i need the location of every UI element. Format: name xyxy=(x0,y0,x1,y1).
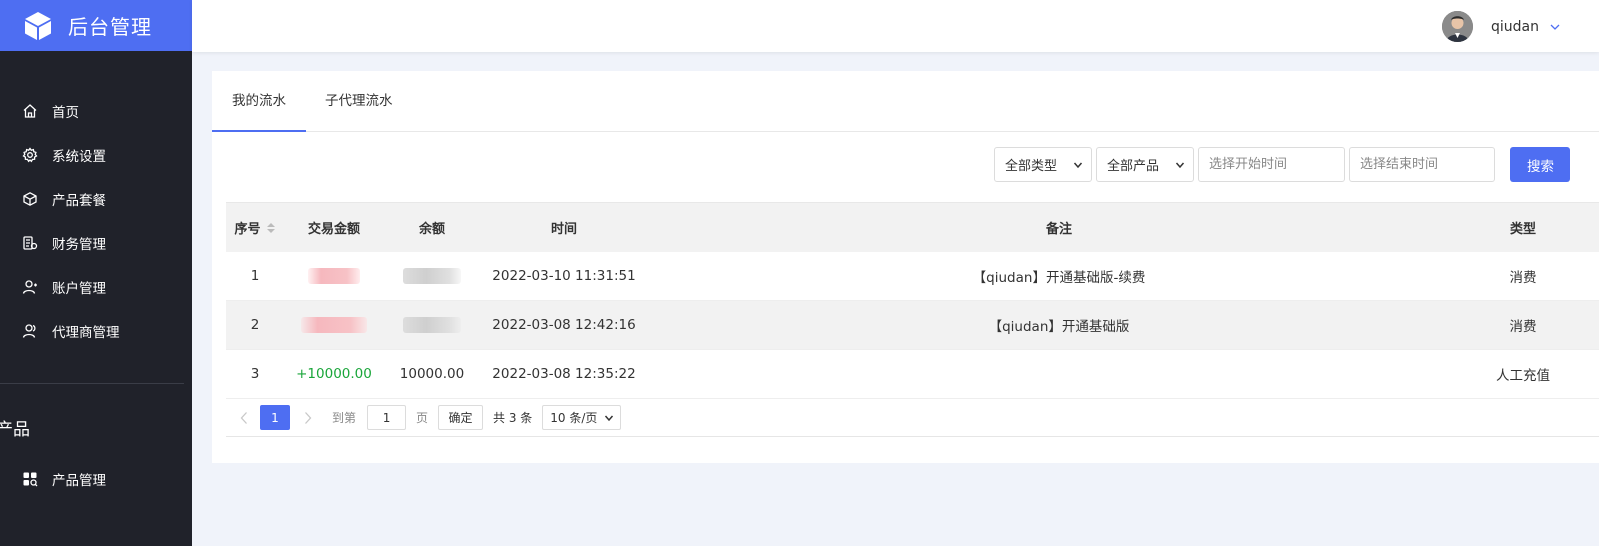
sidebar-menu-products: 产品管理 xyxy=(0,457,192,501)
goto-page-input[interactable] xyxy=(367,405,407,430)
sidebar: 后台管理 首页 系统设置 产品套餐 财务管理 账户管理 代理商管理 产品 产品管… xyxy=(0,0,192,546)
cell-type: 消费 xyxy=(1509,270,1537,286)
product-select-value: 全部产品 xyxy=(1107,159,1160,174)
sidebar-item-label: 代理商管理 xyxy=(52,325,120,341)
avatar[interactable] xyxy=(1442,11,1473,42)
page-size-value: 10 条/页 xyxy=(550,411,598,425)
cell-type: 消费 xyxy=(1509,319,1537,335)
sidebar-divider xyxy=(0,383,184,384)
col-header-type: 类型 xyxy=(1509,222,1536,237)
sidebar-item-label: 系统设置 xyxy=(52,149,106,165)
cell-no: 3 xyxy=(250,366,260,382)
type-select-value: 全部类型 xyxy=(1005,159,1058,174)
sidebar-section-title: 产品 xyxy=(0,420,30,440)
col-header-balance: 余额 xyxy=(418,222,445,237)
tab-bar: 我的流水 子代理流水 xyxy=(212,71,1599,132)
sidebar-item-label: 产品管理 xyxy=(52,473,106,489)
goto-confirm-button[interactable]: 确定 xyxy=(438,405,484,430)
col-header-label: 序号 xyxy=(234,222,261,237)
sidebar-item-label: 账户管理 xyxy=(52,281,106,297)
sidebar-item-agents[interactable]: 代理商管理 xyxy=(0,309,192,353)
home-icon xyxy=(22,103,38,119)
total-count: 共 3 条 xyxy=(493,411,533,425)
page-button-current[interactable]: 1 xyxy=(260,405,290,430)
redacted-amount xyxy=(301,317,367,333)
cell-note: 【qiudan】开通基础版-续费 xyxy=(972,270,1146,286)
sidebar-item-finance[interactable]: 财务管理 xyxy=(0,221,192,265)
sidebar-item-product-management[interactable]: 产品管理 xyxy=(0,457,192,501)
user-icon xyxy=(22,279,38,295)
sidebar-item-settings[interactable]: 系统设置 xyxy=(0,133,192,177)
filter-bar: 全部类型 全部产品 搜索 xyxy=(994,147,1570,182)
transactions-table: 序号 交易金额 余额 时间 备注 类型 1 2022-03-10 11:31:5… xyxy=(226,202,1599,399)
type-select[interactable]: 全部类型 xyxy=(994,147,1092,182)
cell-amount xyxy=(284,268,384,284)
top-header: qiudan xyxy=(192,0,1599,52)
table-row: 1 2022-03-10 11:31:51 【qiudan】开通基础版-续费 消… xyxy=(226,252,1599,301)
main-panel: 我的流水 子代理流水 全部类型 全部产品 搜索 序号 交易金额 余额 时间 备注 xyxy=(212,71,1599,463)
sidebar-item-label: 产品套餐 xyxy=(52,193,106,209)
cell-amount: +10000.00 xyxy=(296,366,372,382)
app-title: 后台管理 xyxy=(68,15,152,39)
username[interactable]: qiudan xyxy=(1491,19,1539,35)
logo[interactable]: 后台管理 xyxy=(0,0,192,51)
cell-balance: 10000.00 xyxy=(399,366,465,382)
chevron-down-icon xyxy=(1175,162,1185,168)
cell-amount xyxy=(284,317,384,333)
tab-subagent-transactions[interactable]: 子代理流水 xyxy=(325,71,393,132)
search-button[interactable]: 搜索 xyxy=(1510,147,1570,182)
redacted-balance xyxy=(403,317,461,333)
col-header-no[interactable]: 序号 xyxy=(226,218,284,237)
sidebar-item-label: 财务管理 xyxy=(52,237,106,253)
gear-icon xyxy=(22,147,38,163)
cell-no: 2 xyxy=(250,317,260,333)
table-header: 序号 交易金额 余额 时间 备注 类型 xyxy=(226,202,1599,252)
sidebar-menu: 首页 系统设置 产品套餐 财务管理 账户管理 代理商管理 xyxy=(0,89,192,353)
goto-label: 到第 xyxy=(332,411,357,425)
cube-icon xyxy=(22,191,38,207)
sidebar-item-packages[interactable]: 产品套餐 xyxy=(0,177,192,221)
cell-no: 1 xyxy=(250,268,260,284)
page-size-select[interactable]: 10 条/页 xyxy=(542,405,622,430)
pagination: 1 到第 页 确定 共 3 条 10 条/页 xyxy=(226,399,1599,437)
prev-page-icon[interactable] xyxy=(234,408,254,428)
col-header-note: 备注 xyxy=(1045,222,1072,237)
redacted-amount xyxy=(308,268,360,284)
end-time-input[interactable] xyxy=(1349,147,1495,182)
cell-balance xyxy=(384,268,480,284)
chevron-down-icon xyxy=(605,415,614,421)
cell-time: 2022-03-08 12:35:22 xyxy=(492,366,636,382)
sidebar-item-label: 首页 xyxy=(52,105,79,121)
tab-my-transactions[interactable]: 我的流水 xyxy=(212,71,306,132)
page-label: 页 xyxy=(416,411,429,425)
cell-time: 2022-03-10 11:31:51 xyxy=(492,268,636,284)
next-page-icon[interactable] xyxy=(298,408,318,428)
start-time-input[interactable] xyxy=(1198,147,1345,182)
cell-note: 【qiudan】开通基础版 xyxy=(988,319,1130,335)
sidebar-item-home[interactable]: 首页 xyxy=(0,89,192,133)
agent-icon xyxy=(22,323,38,339)
table-row: 3 +10000.00 10000.00 2022-03-08 12:35:22… xyxy=(226,350,1599,399)
cell-balance xyxy=(384,317,480,333)
cell-type: 人工充值 xyxy=(1496,368,1550,384)
cell-time: 2022-03-08 12:42:16 xyxy=(492,317,636,333)
chevron-down-icon[interactable] xyxy=(1549,21,1561,33)
col-header-time: 时间 xyxy=(550,222,577,237)
cube-logo-icon xyxy=(22,10,54,42)
sidebar-item-accounts[interactable]: 账户管理 xyxy=(0,265,192,309)
table-row: 2 2022-03-08 12:42:16 【qiudan】开通基础版 消费 xyxy=(226,301,1599,350)
sort-icon[interactable] xyxy=(266,222,276,234)
redacted-balance xyxy=(403,268,461,284)
col-header-amount: 交易金额 xyxy=(307,222,360,237)
product-select[interactable]: 全部产品 xyxy=(1096,147,1194,182)
user-menu[interactable]: qiudan xyxy=(1442,11,1561,42)
finance-icon xyxy=(22,235,38,251)
apps-icon xyxy=(22,471,38,487)
chevron-down-icon xyxy=(1073,162,1083,168)
